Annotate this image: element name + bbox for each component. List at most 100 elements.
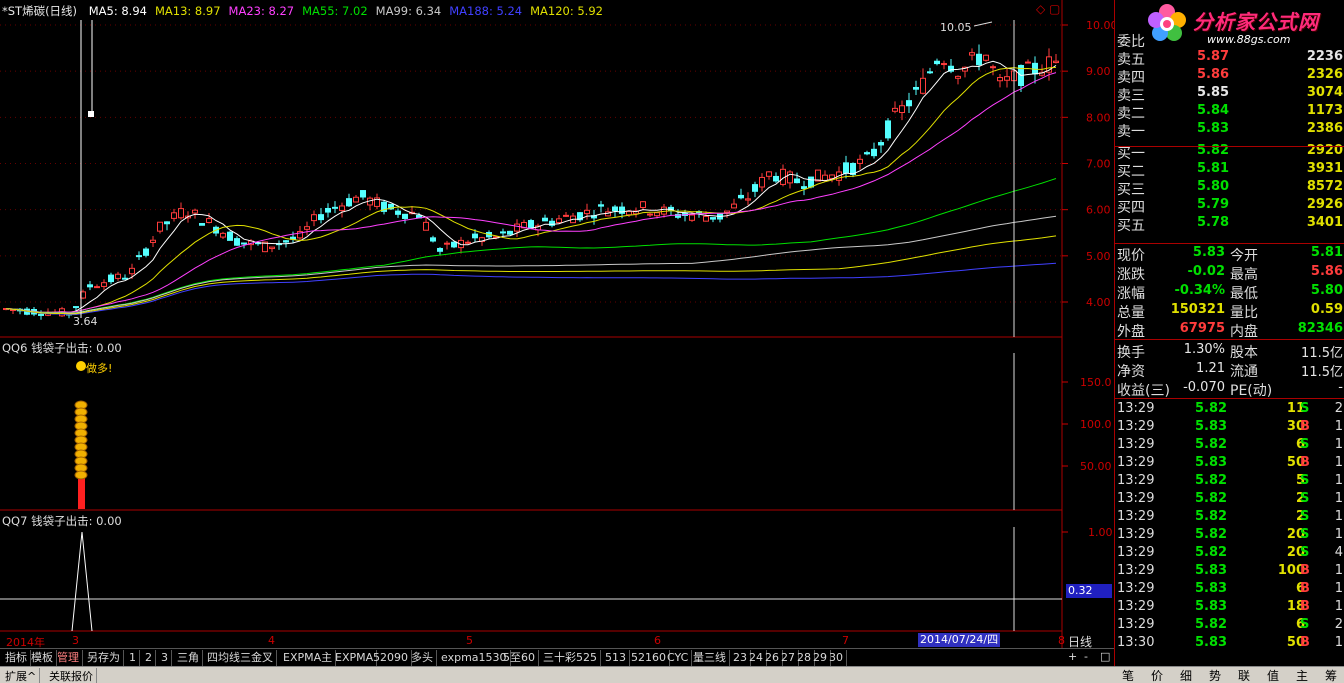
stat-label: 涨幅: [1117, 286, 1145, 302]
toolbar-button-18[interactable]: CYC: [664, 650, 693, 666]
toolbar-button-5[interactable]: 2: [142, 650, 156, 666]
toolbar-button-2[interactable]: 管理: [54, 650, 83, 666]
linked-quote-button[interactable]: 关联报价: [46, 668, 97, 683]
candle-body: [101, 282, 107, 287]
toolbar-button-15[interactable]: 三十彩525: [540, 650, 601, 666]
order-book-row: 买四 5.79 2926: [1115, 197, 1344, 216]
price-tick: 9.00: [1086, 65, 1111, 78]
toolbar-button-19[interactable]: 量三线: [690, 650, 730, 666]
candle-body: [353, 196, 359, 203]
tick-side: S: [1300, 527, 1310, 542]
toolbar-button-14[interactable]: 5至60: [500, 650, 539, 666]
tick-time: 13:29: [1117, 545, 1155, 560]
candle-body: [472, 233, 478, 239]
stats-row: 外盘 67975 内盘 82346: [1115, 321, 1344, 340]
divider: [1115, 339, 1344, 340]
candle-body: [220, 232, 226, 238]
tick-count: 1: [1334, 509, 1343, 524]
right-tab-2[interactable]: 细: [1180, 667, 1192, 683]
candle-body: [206, 218, 212, 223]
right-tab-7[interactable]: 筹: [1325, 667, 1337, 683]
divider: [1115, 398, 1344, 399]
right-panel-tabs: 笔价细势联值主筹: [1114, 666, 1344, 683]
ma-line-3: [5, 178, 1057, 314]
candle-body: [199, 223, 205, 226]
candle-body: [913, 86, 919, 90]
stats-row: 涨跌 -0.02 最高 5.86: [1115, 264, 1344, 283]
toolbar-button-4[interactable]: 1: [126, 650, 140, 666]
right-tab-5[interactable]: 值: [1267, 667, 1279, 683]
tick-count: 1: [1334, 527, 1343, 542]
chart-corner-icons[interactable]: ◇ ▢: [1036, 2, 1060, 16]
tick-row: 13:29 5.82 5 S 1: [1115, 473, 1344, 491]
candle-body: [920, 77, 926, 94]
candle-body: [115, 273, 121, 279]
candle-body: [738, 194, 744, 199]
stock-title: *ST烯碳(日线): [2, 4, 78, 18]
tick-row: 13:29 5.82 20 S 4: [1115, 545, 1344, 563]
stats-row: 换手 1.30% 股本 11.5亿: [1115, 342, 1344, 361]
coin-mark: [74, 470, 88, 480]
ma-label-2: MA23: 8.27: [228, 4, 295, 18]
tick-row: 13:29 5.83 50 B 1: [1115, 455, 1344, 473]
toolbar-button-0[interactable]: 指标: [2, 650, 31, 666]
candle-body: [927, 71, 933, 74]
tick-side: S: [1300, 473, 1310, 488]
candle-body: [654, 212, 660, 217]
stat-label: 内盘: [1230, 324, 1258, 340]
kline-chart[interactable]: 10.05 3.64 10.00 9.00 8.00 7.00 6.00 5.00 4.00…: [0, 0, 1118, 648]
toolbar-button-26[interactable]: 30: [826, 650, 847, 666]
order-label: 买二: [1117, 164, 1145, 180]
toolbar-button-7[interactable]: 三角: [174, 650, 203, 666]
candle-body: [465, 241, 471, 244]
stat-value: 5.83: [1192, 245, 1225, 260]
low-label: 3.64: [73, 315, 98, 328]
logo: 分析家公式网 www.88gs.com: [1115, 0, 1344, 46]
candle-body: [507, 230, 513, 235]
right-tab-3[interactable]: 势: [1209, 667, 1221, 683]
right-tab-0[interactable]: 笔: [1122, 667, 1134, 683]
tick-price: 5.82: [1195, 509, 1228, 524]
stat-label: 流通: [1230, 364, 1258, 380]
date-tick: 5: [466, 634, 473, 647]
toolbar-button-16[interactable]: 513: [602, 650, 630, 666]
tick-time: 13:29: [1117, 527, 1155, 542]
zoom-out-button[interactable]: -: [1084, 650, 1088, 663]
order-price: 5.79: [1197, 197, 1230, 212]
candle-body: [325, 207, 331, 213]
toolbar-button-1[interactable]: 模板: [28, 650, 57, 666]
ma-line-4: [5, 215, 1057, 314]
stat-value: 5.81: [1310, 245, 1343, 260]
candle-body: [899, 105, 905, 113]
toolbar-button-11[interactable]: 52090: [370, 650, 412, 666]
stats-row: 涨幅 -0.34% 最低 5.80: [1115, 283, 1344, 302]
toolbar-button-6[interactable]: 3: [158, 650, 172, 666]
right-tab-6[interactable]: 主: [1296, 667, 1308, 683]
stat-value: 11.5亿: [1301, 346, 1343, 361]
toolbar-button-9[interactable]: EXPMA主: [280, 650, 337, 666]
candle-body: [815, 169, 821, 182]
tick-time: 13:29: [1117, 509, 1155, 524]
price-tick: 4.00: [1086, 296, 1111, 309]
chart-pane[interactable]: 10.05 3.64 10.00 9.00 8.00 7.00 6.00 5.00 4.00…: [0, 0, 1118, 649]
toolbar-button-3[interactable]: 另存为: [84, 650, 124, 666]
order-book-row: 买五 5.78 3401: [1115, 215, 1344, 234]
candle-body: [269, 246, 275, 250]
layout-button[interactable]: □: [1100, 650, 1110, 663]
candle-body: [171, 212, 177, 219]
tick-time: 13:29: [1117, 473, 1155, 488]
tick-row: 13:29 5.82 2 S 1: [1115, 491, 1344, 509]
right-tab-1[interactable]: 价: [1151, 667, 1163, 683]
tick-side: S: [1300, 401, 1310, 416]
toolbar-button-8[interactable]: 四均线三金叉: [204, 650, 277, 666]
order-label: 买五: [1117, 218, 1145, 234]
candle-body: [864, 152, 870, 155]
stat-value: -0.34%: [1174, 283, 1226, 298]
candle-body: [598, 204, 604, 207]
candle-body: [500, 231, 506, 234]
toolbar-button-12[interactable]: 多头: [408, 650, 437, 666]
expand-button[interactable]: 扩展^: [2, 668, 41, 683]
tick-price: 5.83: [1195, 419, 1228, 434]
zoom-in-button[interactable]: +: [1068, 650, 1077, 663]
right-tab-4[interactable]: 联: [1238, 667, 1250, 683]
